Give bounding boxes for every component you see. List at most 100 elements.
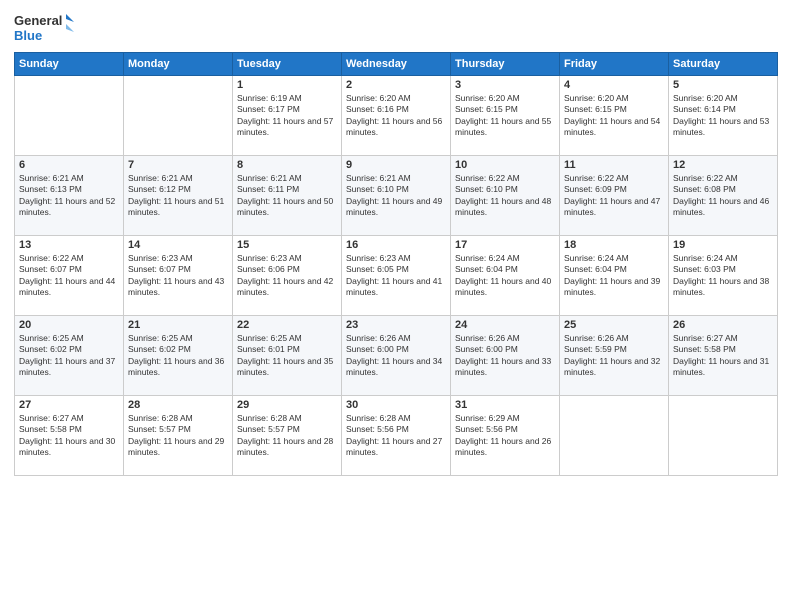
day-number: 29 bbox=[237, 399, 337, 411]
day-detail: Sunrise: 6:26 AMSunset: 6:00 PMDaylight:… bbox=[346, 333, 446, 379]
logo-svg: General Blue bbox=[14, 10, 74, 46]
weekday-header-row: SundayMondayTuesdayWednesdayThursdayFrid… bbox=[15, 53, 778, 76]
calendar-cell: 11 Sunrise: 6:22 AMSunset: 6:09 PMDayligh… bbox=[560, 156, 669, 236]
day-number: 19 bbox=[673, 239, 773, 251]
day-detail: Sunrise: 6:20 AMSunset: 6:15 PMDaylight:… bbox=[455, 93, 555, 139]
day-detail: Sunrise: 6:29 AMSunset: 5:56 PMDaylight:… bbox=[455, 413, 555, 459]
calendar-cell: 6 Sunrise: 6:21 AMSunset: 6:13 PMDaylight… bbox=[15, 156, 124, 236]
calendar-week-5: 27 Sunrise: 6:27 AMSunset: 5:58 PMDayligh… bbox=[15, 396, 778, 476]
day-number: 27 bbox=[19, 399, 119, 411]
day-number: 4 bbox=[564, 79, 664, 91]
calendar-cell: 31Sunrise: 6:29 AMSunset: 5:56 PMDayligh… bbox=[451, 396, 560, 476]
calendar-cell: 19 Sunrise: 6:24 AMSunset: 6:03 PMDayligh… bbox=[669, 236, 778, 316]
day-number: 18 bbox=[564, 239, 664, 251]
day-detail: Sunrise: 6:28 AMSunset: 5:56 PMDaylight:… bbox=[346, 413, 446, 459]
day-detail: Sunrise: 6:25 AMSunset: 6:02 PMDaylight:… bbox=[128, 333, 228, 379]
day-number: 25 bbox=[564, 319, 664, 331]
calendar-cell: 10Sunrise: 6:22 AMSunset: 6:10 PMDayligh… bbox=[451, 156, 560, 236]
day-detail: Sunrise: 6:22 AMSunset: 6:07 PMDaylight:… bbox=[19, 253, 119, 299]
calendar-cell: 3Sunrise: 6:20 AMSunset: 6:15 PMDaylight… bbox=[451, 76, 560, 156]
calendar-cell: 12 Sunrise: 6:22 AMSunset: 6:08 PMDayligh… bbox=[669, 156, 778, 236]
day-number: 8 bbox=[237, 159, 337, 171]
day-detail: Sunrise: 6:25 AMSunset: 6:01 PMDaylight:… bbox=[237, 333, 337, 379]
calendar-cell: 1 Sunrise: 6:19 AMSunset: 6:17 PMDaylight… bbox=[233, 76, 342, 156]
day-number: 11 bbox=[564, 159, 664, 171]
day-detail: Sunrise: 6:20 AMSunset: 6:15 PMDaylight:… bbox=[564, 93, 664, 139]
day-detail: Sunrise: 6:26 AMSunset: 6:00 PMDaylight:… bbox=[455, 333, 555, 379]
day-number: 21 bbox=[128, 319, 228, 331]
day-number: 13 bbox=[19, 239, 119, 251]
day-number: 6 bbox=[19, 159, 119, 171]
day-number: 24 bbox=[455, 319, 555, 331]
day-detail: Sunrise: 6:24 AMSunset: 6:04 PMDaylight:… bbox=[564, 253, 664, 299]
day-number: 5 bbox=[673, 79, 773, 91]
day-detail: Sunrise: 6:24 AMSunset: 6:04 PMDaylight:… bbox=[455, 253, 555, 299]
day-detail: Sunrise: 6:23 AMSunset: 6:06 PMDaylight:… bbox=[237, 253, 337, 299]
day-detail: Sunrise: 6:21 AMSunset: 6:11 PMDaylight:… bbox=[237, 173, 337, 219]
day-number: 15 bbox=[237, 239, 337, 251]
day-detail: Sunrise: 6:27 AMSunset: 5:58 PMDaylight:… bbox=[19, 413, 119, 459]
day-number: 30 bbox=[346, 399, 446, 411]
day-number: 7 bbox=[128, 159, 228, 171]
day-number: 9 bbox=[346, 159, 446, 171]
day-detail: Sunrise: 6:19 AMSunset: 6:17 PMDaylight:… bbox=[237, 93, 337, 139]
day-detail: Sunrise: 6:24 AMSunset: 6:03 PMDaylight:… bbox=[673, 253, 773, 299]
day-detail: Sunrise: 6:23 AMSunset: 6:05 PMDaylight:… bbox=[346, 253, 446, 299]
day-detail: Sunrise: 6:22 AMSunset: 6:09 PMDaylight:… bbox=[564, 173, 664, 219]
weekday-monday: Monday bbox=[124, 53, 233, 76]
day-detail: Sunrise: 6:22 AMSunset: 6:10 PMDaylight:… bbox=[455, 173, 555, 219]
day-detail: Sunrise: 6:28 AMSunset: 5:57 PMDaylight:… bbox=[237, 413, 337, 459]
calendar-cell: 30 Sunrise: 6:28 AMSunset: 5:56 PMDayligh… bbox=[342, 396, 451, 476]
day-detail: Sunrise: 6:23 AMSunset: 6:07 PMDaylight:… bbox=[128, 253, 228, 299]
calendar-cell: 29 Sunrise: 6:28 AMSunset: 5:57 PMDayligh… bbox=[233, 396, 342, 476]
calendar-page: General Blue SundayMondayTuesdayWednesda… bbox=[0, 0, 792, 612]
svg-text:General: General bbox=[14, 13, 62, 28]
calendar-cell: 13 Sunrise: 6:22 AMSunset: 6:07 PMDayligh… bbox=[15, 236, 124, 316]
calendar-table: SundayMondayTuesdayWednesdayThursdayFrid… bbox=[14, 52, 778, 476]
calendar-cell: 14Sunrise: 6:23 AMSunset: 6:07 PMDayligh… bbox=[124, 236, 233, 316]
day-number: 28 bbox=[128, 399, 228, 411]
calendar-cell: 8 Sunrise: 6:21 AMSunset: 6:11 PMDaylight… bbox=[233, 156, 342, 236]
calendar-cell: 16 Sunrise: 6:23 AMSunset: 6:05 PMDayligh… bbox=[342, 236, 451, 316]
calendar-cell: 2Sunrise: 6:20 AMSunset: 6:16 PMDaylight… bbox=[342, 76, 451, 156]
day-detail: Sunrise: 6:21 AMSunset: 6:13 PMDaylight:… bbox=[19, 173, 119, 219]
calendar-cell bbox=[560, 396, 669, 476]
calendar-week-2: 6 Sunrise: 6:21 AMSunset: 6:13 PMDaylight… bbox=[15, 156, 778, 236]
day-detail: Sunrise: 6:25 AMSunset: 6:02 PMDaylight:… bbox=[19, 333, 119, 379]
calendar-cell: 22 Sunrise: 6:25 AMSunset: 6:01 PMDayligh… bbox=[233, 316, 342, 396]
calendar-cell: 27 Sunrise: 6:27 AMSunset: 5:58 PMDayligh… bbox=[15, 396, 124, 476]
weekday-wednesday: Wednesday bbox=[342, 53, 451, 76]
weekday-saturday: Saturday bbox=[669, 53, 778, 76]
day-detail: Sunrise: 6:26 AMSunset: 5:59 PMDaylight:… bbox=[564, 333, 664, 379]
calendar-week-3: 13 Sunrise: 6:22 AMSunset: 6:07 PMDayligh… bbox=[15, 236, 778, 316]
calendar-cell bbox=[124, 76, 233, 156]
day-detail: Sunrise: 6:22 AMSunset: 6:08 PMDaylight:… bbox=[673, 173, 773, 219]
logo: General Blue bbox=[14, 10, 74, 46]
weekday-tuesday: Tuesday bbox=[233, 53, 342, 76]
calendar-cell: 15 Sunrise: 6:23 AMSunset: 6:06 PMDayligh… bbox=[233, 236, 342, 316]
day-number: 1 bbox=[237, 79, 337, 91]
day-number: 2 bbox=[346, 79, 446, 91]
calendar-cell: 9 Sunrise: 6:21 AMSunset: 6:10 PMDaylight… bbox=[342, 156, 451, 236]
day-detail: Sunrise: 6:20 AMSunset: 6:14 PMDaylight:… bbox=[673, 93, 773, 139]
day-number: 12 bbox=[673, 159, 773, 171]
calendar-cell: 23 Sunrise: 6:26 AMSunset: 6:00 PMDayligh… bbox=[342, 316, 451, 396]
calendar-cell: 4 Sunrise: 6:20 AMSunset: 6:15 PMDaylight… bbox=[560, 76, 669, 156]
day-number: 17 bbox=[455, 239, 555, 251]
calendar-cell: 17 Sunrise: 6:24 AMSunset: 6:04 PMDayligh… bbox=[451, 236, 560, 316]
calendar-cell: 28 Sunrise: 6:28 AMSunset: 5:57 PMDayligh… bbox=[124, 396, 233, 476]
calendar-week-1: 1 Sunrise: 6:19 AMSunset: 6:17 PMDaylight… bbox=[15, 76, 778, 156]
day-number: 23 bbox=[346, 319, 446, 331]
weekday-thursday: Thursday bbox=[451, 53, 560, 76]
day-detail: Sunrise: 6:21 AMSunset: 6:10 PMDaylight:… bbox=[346, 173, 446, 219]
svg-text:Blue: Blue bbox=[14, 28, 42, 43]
calendar-cell: 25 Sunrise: 6:26 AMSunset: 5:59 PMDayligh… bbox=[560, 316, 669, 396]
day-number: 22 bbox=[237, 319, 337, 331]
day-number: 16 bbox=[346, 239, 446, 251]
day-detail: Sunrise: 6:28 AMSunset: 5:57 PMDaylight:… bbox=[128, 413, 228, 459]
calendar-cell: 20 Sunrise: 6:25 AMSunset: 6:02 PMDayligh… bbox=[15, 316, 124, 396]
day-number: 20 bbox=[19, 319, 119, 331]
weekday-sunday: Sunday bbox=[15, 53, 124, 76]
calendar-cell: 26Sunrise: 6:27 AMSunset: 5:58 PMDayligh… bbox=[669, 316, 778, 396]
header: General Blue bbox=[14, 10, 778, 46]
